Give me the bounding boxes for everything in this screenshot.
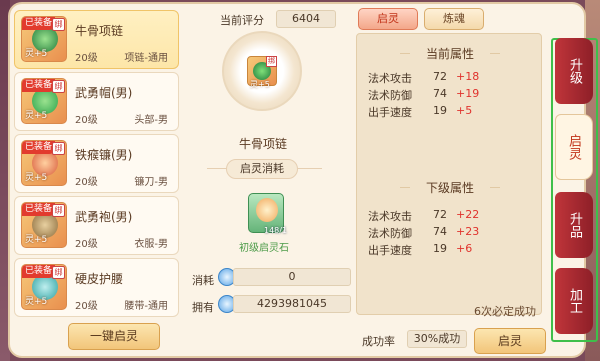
enhance-tag: 灵+5 xyxy=(25,111,48,121)
guarantee-note: 6次必定成功 xyxy=(474,305,536,318)
item-name: 武勇帽(男) xyxy=(75,86,133,100)
attr-bonus: +23 xyxy=(456,225,480,238)
selected-item-name: 牛骨项链 xyxy=(238,137,287,151)
helmet-icon: 已装备 绑 灵+5 xyxy=(21,78,67,124)
attr-value: 19 xyxy=(433,242,447,255)
attr-value: 74 xyxy=(433,225,447,238)
item-slot: 腰带-通用 xyxy=(124,301,168,312)
item-slot: 头部-男 xyxy=(134,115,168,126)
awaken-button[interactable]: 启灵 xyxy=(474,328,546,354)
bound-tag: 绑 xyxy=(52,266,65,279)
success-rate-value: 30%成功 xyxy=(407,330,467,348)
attr-bonus: +18 xyxy=(456,70,480,83)
tab-refine-soul[interactable]: 炼魂 xyxy=(424,8,484,30)
attr-name: 出手速度 xyxy=(368,106,412,119)
equipped-badge: 已装备 xyxy=(22,141,56,154)
equipped-badge: 已装备 xyxy=(22,203,56,216)
enhance-tag: 灵+5 xyxy=(250,80,270,89)
side-tab-upgrade[interactable]: 升级 xyxy=(555,38,593,104)
item-level: 20级 xyxy=(75,115,98,126)
scythe-icon: 已装备 绑 灵+5 xyxy=(21,140,67,186)
attr-name: 法术防御 xyxy=(368,89,412,102)
robe-icon: 已装备 绑 灵+5 xyxy=(21,202,67,248)
necklace-icon: 已装备 绑 灵+5 xyxy=(21,16,67,62)
enhance-tag: 灵+5 xyxy=(25,173,48,183)
item-level: 20级 xyxy=(75,301,98,312)
item-slot: 项链-通用 xyxy=(124,53,168,64)
attr-name: 法术攻击 xyxy=(368,72,412,85)
attr-bonus: +6 xyxy=(456,242,473,255)
next-attr-title: 下级属性 xyxy=(410,179,490,196)
attr-name: 法术防御 xyxy=(368,227,412,240)
bound-tag: 绑 xyxy=(52,142,65,155)
score-label: 当前评分 xyxy=(220,14,264,27)
stone-name: 初级启灵石 xyxy=(239,243,289,254)
equipment-item[interactable]: 已装备 绑 灵+5 武勇帽(男) 20级 头部-男 xyxy=(14,72,179,131)
item-name: 铁瘊镰(男) xyxy=(75,148,133,162)
attr-bonus: +5 xyxy=(456,104,473,117)
tab-awaken[interactable]: 启灵 xyxy=(358,8,418,30)
one-key-awaken-button[interactable]: 一键启灵 xyxy=(68,323,160,350)
side-tab-process[interactable]: 加工 xyxy=(555,268,593,334)
own-label: 拥有 xyxy=(192,301,214,314)
attr-name: 法术攻击 xyxy=(368,210,412,223)
success-rate-label: 成功率 xyxy=(362,335,395,348)
stone-count: 148/1 xyxy=(264,226,288,235)
side-tab-awaken[interactable]: 启灵 xyxy=(555,114,593,180)
own-value: 4293981045 xyxy=(233,295,351,313)
attr-value: 19 xyxy=(433,104,447,117)
equipped-badge: 已装备 xyxy=(22,265,56,278)
belt-icon: 已装备 绑 灵+5 xyxy=(21,264,67,310)
attr-value: 74 xyxy=(433,87,447,100)
item-level: 20级 xyxy=(75,177,98,188)
item-name: 武勇袍(男) xyxy=(75,210,133,224)
item-name: 硬皮护腰 xyxy=(75,272,124,286)
item-level: 20级 xyxy=(75,53,98,64)
equipment-item[interactable]: 已装备 绑 灵+5 武勇袍(男) 20级 衣服-男 xyxy=(14,196,179,255)
current-attr-title: 当前属性 xyxy=(410,45,490,62)
equipment-item[interactable]: 已装备 绑 灵+5 硬皮护腰 20级 腰带-通用 xyxy=(14,258,179,317)
item-name: 牛骨项链 xyxy=(75,24,124,38)
attr-bonus: +22 xyxy=(456,208,480,221)
score-value: 6404 xyxy=(276,10,336,28)
item-slot: 镰刀-男 xyxy=(134,177,168,188)
bound-tag: 绑 xyxy=(52,18,65,31)
bound-tag: 绑 xyxy=(52,204,65,217)
attr-name: 出手速度 xyxy=(368,244,412,257)
side-tab-quality[interactable]: 升品 xyxy=(555,192,593,258)
enhance-tag: 灵+5 xyxy=(25,49,48,59)
item-slot: 衣服-男 xyxy=(134,239,168,250)
consume-value: 0 xyxy=(233,268,351,286)
consume-title: 启灵消耗 xyxy=(226,159,298,179)
bound-tag: 绑 xyxy=(52,80,65,93)
enhance-tag: 灵+5 xyxy=(25,235,48,245)
equipment-list[interactable]: 已装备 绑 灵+5 牛骨项链 20级 项链-通用 已装备 绑 灵+5 武勇帽(男… xyxy=(14,10,180,318)
equipped-badge: 已装备 xyxy=(22,79,56,92)
equipped-badge: 已装备 xyxy=(22,17,56,30)
equipment-item[interactable]: 已装备 绑 灵+5 牛骨项链 20级 项链-通用 xyxy=(14,10,179,69)
attr-value: 72 xyxy=(433,208,447,221)
equipment-item[interactable]: 已装备 绑 灵+5 铁瘊镰(男) 20级 镰刀-男 xyxy=(14,134,179,193)
attr-value: 72 xyxy=(433,70,447,83)
enhance-tag: 灵+5 xyxy=(25,297,48,307)
consume-label: 消耗 xyxy=(192,274,214,287)
attr-bonus: +19 xyxy=(456,87,480,100)
item-level: 20级 xyxy=(75,239,98,250)
bound-tag: 绑 xyxy=(266,56,277,67)
